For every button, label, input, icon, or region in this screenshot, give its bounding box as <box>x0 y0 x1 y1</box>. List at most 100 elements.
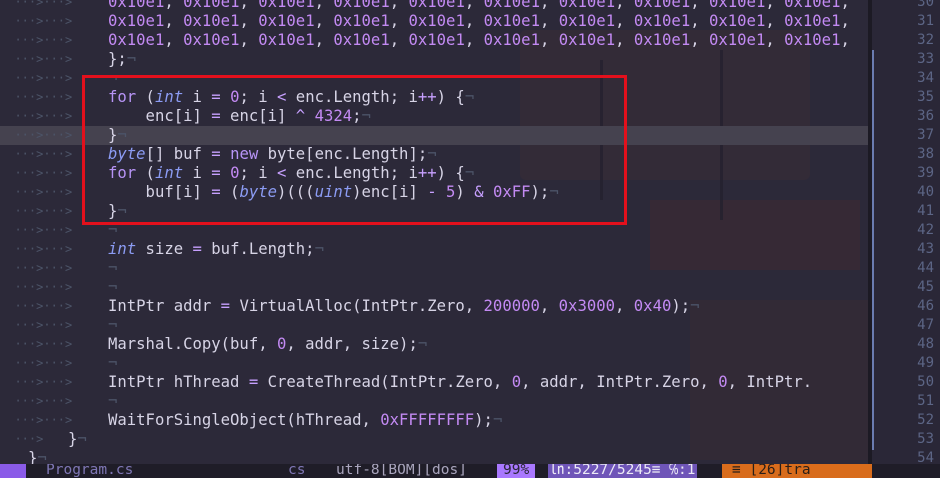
code-token: = <box>248 373 259 391</box>
code-token: , <box>164 0 184 11</box>
indent-guide: ···>···> <box>0 204 73 218</box>
code-line[interactable]: ···>···>};¬ <box>0 50 868 69</box>
line-number: 34 <box>917 70 934 86</box>
code-token: ¬ <box>314 240 324 258</box>
code-editor[interactable]: ···>···> 0x10e1, 0x10e1, 0x10e1, 0x10e1, … <box>0 0 940 478</box>
line-number: 42 <box>917 222 934 238</box>
code-token: ¬ <box>108 392 118 410</box>
code-token: 0x10e1 <box>183 31 240 49</box>
code-text: }¬ <box>68 430 87 449</box>
code-token: VirtualAlloc(IntPtr.Zero, <box>230 297 484 315</box>
code-token: , <box>314 31 334 49</box>
code-token: , <box>239 12 259 30</box>
line-number: 49 <box>917 355 934 371</box>
code-token: buf.Length; <box>201 240 315 258</box>
code-token: , <box>539 31 559 49</box>
code-line[interactable]: ···>···> ¬ <box>0 278 868 297</box>
code-token: ¬ <box>108 278 118 296</box>
line-number: 38 <box>917 146 934 162</box>
code-line[interactable]: ···>···> ¬ <box>0 392 868 411</box>
line-number: 51 <box>917 393 934 409</box>
code-token: CreateThread(IntPtr.Zero, <box>258 373 512 391</box>
code-token: , <box>164 31 184 49</box>
code-token: , <box>164 12 184 30</box>
line-number: 30 <box>917 0 934 10</box>
status-filename[interactable]: Program.cs <box>46 464 133 478</box>
code-line[interactable]: ···>···> IntPtr hThread = CreateThread(In… <box>0 373 868 392</box>
status-encoding: utf-8[BOM][dos] <box>336 464 467 478</box>
line-number: 31 <box>917 13 934 29</box>
scroll-marker <box>872 50 874 450</box>
code-token: 0x10e1 <box>108 0 165 11</box>
status-trailing-warning[interactable]: ≡ [26]tra <box>722 464 872 478</box>
code-token: }; <box>108 50 127 68</box>
code-token: 0x40 <box>633 297 672 315</box>
code-token: ¬ <box>108 354 118 372</box>
code-line[interactable]: ···> }¬ <box>0 430 868 449</box>
indent-guide: ···>···> <box>0 261 73 275</box>
code-line[interactable]: ···>···> ¬ <box>0 259 868 278</box>
code-token: ¬ <box>126 50 137 68</box>
code-text: ¬ <box>108 316 117 335</box>
line-number: 46 <box>917 298 934 314</box>
code-token: , <box>539 0 559 11</box>
indent-guide: ···>···> <box>0 147 73 161</box>
code-token: 0x10e1 <box>333 12 390 30</box>
status-percent: 99% <box>497 464 536 478</box>
code-area[interactable]: ···>···> 0x10e1, 0x10e1, 0x10e1, 0x10e1, … <box>0 0 868 468</box>
code-line[interactable]: ···>···> WaitForSingleObject(hThread, 0xF… <box>0 411 868 430</box>
line-number: 41 <box>917 203 934 219</box>
status-position: ㏑:5227/5245≡ ℅:1 <box>548 464 698 478</box>
indent-guide: ···>···> <box>0 128 73 142</box>
code-text: ¬ <box>108 278 117 297</box>
indent-guide: ···>···> <box>0 413 73 427</box>
code-token: , addr, IntPtr.Zero, <box>521 373 719 391</box>
code-token: , <box>615 297 634 315</box>
line-number: 36 <box>917 108 934 124</box>
line-number: 44 <box>917 260 934 276</box>
code-token: 0 <box>511 373 522 391</box>
code-token: IntPtr addr <box>108 297 221 315</box>
code-line[interactable]: ···>···> int size = buf.Length;¬ <box>0 240 868 259</box>
code-token: size <box>136 240 193 258</box>
code-line[interactable]: ···>···> Marshal.Copy(buf, 0, addr, size)… <box>0 335 868 354</box>
code-token: 0x10e1 <box>784 0 841 11</box>
code-token: 200000 <box>483 297 540 315</box>
code-line[interactable]: ···>···> 0x10e1, 0x10e1, 0x10e1, 0x10e1, … <box>0 12 868 31</box>
code-token: , <box>690 12 709 30</box>
code-token: , <box>765 0 785 11</box>
code-text: 0x10e1, 0x10e1, 0x10e1, 0x10e1, 0x10e1, … <box>108 0 850 12</box>
indent-guide: ···>···> <box>0 71 73 85</box>
code-token: , <box>389 12 409 30</box>
indent-guide: ···>···> <box>0 394 73 408</box>
code-token: 0x10e1 <box>709 0 766 11</box>
indent-guide: ···>···> <box>0 14 73 28</box>
code-token: , <box>314 0 334 11</box>
code-token: 0x10e1 <box>709 12 766 30</box>
indent-guide: ···>···> <box>0 109 73 123</box>
indent-guide: ···>···> <box>0 90 73 104</box>
code-line[interactable]: ···>···> IntPtr addr = VirtualAlloc(IntPt… <box>0 297 868 316</box>
code-token: Marshal.Copy(buf, <box>108 335 277 353</box>
code-text: ¬ <box>108 259 117 278</box>
line-number: 37 <box>917 127 934 143</box>
code-token: , <box>464 0 484 11</box>
code-line[interactable]: ···>···> 0x10e1, 0x10e1, 0x10e1, 0x10e1, … <box>0 31 868 50</box>
code-line[interactable]: ···>···> ¬ <box>0 354 868 373</box>
indent-guide: ···> <box>0 432 44 446</box>
code-text: Marshal.Copy(buf, 0, addr, size);¬ <box>108 335 427 354</box>
line-number: 53 <box>917 431 934 447</box>
indent-guide: ···>···> <box>0 356 73 370</box>
code-line[interactable]: ···>···> 0x10e1, 0x10e1, 0x10e1, 0x10e1, … <box>0 0 868 12</box>
code-token: , <box>539 12 559 30</box>
code-token: 0x10e1 <box>183 12 240 30</box>
code-token: 0x10e1 <box>258 0 315 11</box>
line-number: 43 <box>917 241 934 257</box>
line-number: 50 <box>917 374 934 390</box>
code-token: 0x10e1 <box>709 31 766 49</box>
code-line[interactable]: ···>···> ¬ <box>0 316 868 335</box>
code-token: 0x10e1 <box>408 0 465 11</box>
code-token: , <box>389 0 409 11</box>
indent-guide: ···>···> <box>0 33 73 47</box>
code-token: , IntPtr. <box>727 373 813 391</box>
